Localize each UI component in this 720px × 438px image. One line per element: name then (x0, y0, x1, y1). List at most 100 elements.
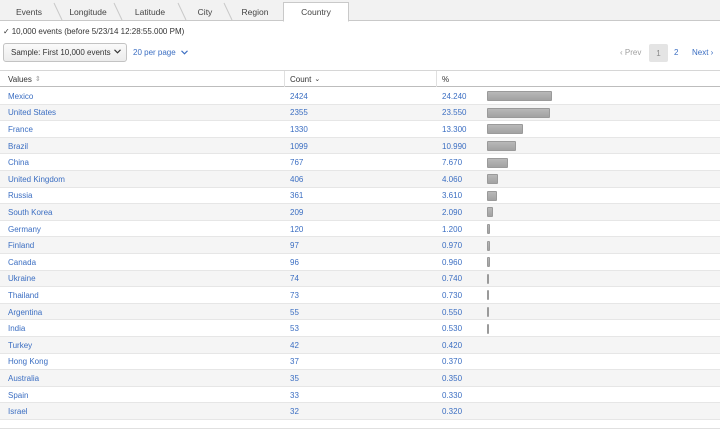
percent-bar (487, 240, 490, 251)
value-link[interactable]: United States (8, 105, 56, 122)
count-link[interactable]: 97 (290, 237, 299, 254)
table-row: Israel 32 0.320 (0, 403, 720, 420)
value-link[interactable]: Turkey (8, 337, 32, 354)
page-2-link[interactable]: 2 (674, 48, 678, 57)
count-link[interactable]: 53 (290, 320, 299, 337)
value-link[interactable]: Spain (8, 387, 28, 404)
count-link[interactable]: 35 (290, 370, 299, 387)
table-row: Hong Kong 37 0.370 (0, 354, 720, 371)
count-column-header[interactable]: Count ⌄ (284, 71, 436, 87)
percent-link[interactable]: 0.550 (442, 304, 462, 321)
table-row: Canada 96 0.960 (0, 254, 720, 271)
percent-bar-cell (487, 88, 567, 105)
table-row: United Kingdom 406 4.060 (0, 171, 720, 188)
percent-link[interactable]: 0.330 (442, 387, 462, 404)
count-link[interactable]: 1330 (290, 121, 308, 138)
percent-link[interactable]: 3.610 (442, 188, 462, 205)
value-link[interactable]: Australia (8, 370, 39, 387)
percent-bar-cell (487, 304, 567, 321)
percent-link[interactable]: 23.550 (442, 105, 466, 122)
table-row: Mexico 2424 24.240 (0, 88, 720, 105)
value-link[interactable]: France (8, 121, 33, 138)
percent-link[interactable]: 13.300 (442, 121, 466, 138)
percent-link[interactable]: 0.730 (442, 287, 462, 304)
prev-page-link[interactable]: ‹ Prev (620, 48, 641, 57)
percent-link[interactable]: 0.370 (442, 354, 462, 371)
count-link[interactable]: 1099 (290, 138, 308, 155)
value-link[interactable]: Israel (8, 403, 28, 420)
percent-bar (487, 273, 489, 284)
percent-bar-cell (487, 237, 567, 254)
value-link[interactable]: Ukraine (8, 271, 36, 288)
count-link[interactable]: 767 (290, 154, 303, 171)
value-link[interactable]: Russia (8, 188, 32, 205)
percent-link[interactable]: 0.970 (442, 237, 462, 254)
value-link[interactable]: Argentina (8, 304, 42, 321)
percent-bar-cell (487, 370, 567, 387)
percent-link[interactable]: 0.420 (442, 337, 462, 354)
table-row: Finland 97 0.970 (0, 237, 720, 254)
count-link[interactable]: 209 (290, 204, 303, 221)
value-link[interactable]: Hong Kong (8, 354, 48, 371)
count-link[interactable]: 406 (290, 171, 303, 188)
page-1-button[interactable]: 1 (649, 44, 668, 62)
count-header-label: Count (290, 74, 312, 84)
percent-link[interactable]: 4.060 (442, 171, 462, 188)
percent-bar (487, 190, 497, 201)
table-row: India 53 0.530 (0, 320, 720, 337)
count-link[interactable]: 37 (290, 354, 299, 371)
percent-link[interactable]: 0.320 (442, 403, 462, 420)
value-link[interactable]: China (8, 154, 29, 171)
value-link[interactable]: Germany (8, 221, 41, 238)
count-link[interactable]: 74 (290, 271, 299, 288)
percent-link[interactable]: 0.530 (442, 320, 462, 337)
count-link[interactable]: 2424 (290, 88, 308, 105)
value-link[interactable]: Thailand (8, 287, 39, 304)
percent-link[interactable]: 1.200 (442, 221, 462, 238)
percent-bar-cell (487, 121, 567, 138)
percent-link[interactable]: 2.090 (442, 204, 462, 221)
percent-bar-cell (487, 287, 567, 304)
count-link[interactable]: 96 (290, 254, 299, 271)
count-link[interactable]: 33 (290, 387, 299, 404)
count-link[interactable]: 42 (290, 337, 299, 354)
percent-link[interactable]: 0.960 (442, 254, 462, 271)
percent-bar (487, 124, 523, 135)
count-link[interactable]: 55 (290, 304, 299, 321)
percent-link[interactable]: 0.350 (442, 370, 462, 387)
value-link[interactable]: Finland (8, 237, 34, 254)
count-link[interactable]: 361 (290, 188, 303, 205)
percent-bar (487, 307, 489, 318)
next-page-link[interactable]: Next › (692, 48, 713, 57)
percent-link[interactable]: 24.240 (442, 88, 466, 105)
value-link[interactable]: Brazil (8, 138, 28, 155)
value-link[interactable]: Canada (8, 254, 36, 271)
percent-link[interactable]: 0.740 (442, 271, 462, 288)
table-row: United States 2355 23.550 (0, 104, 720, 122)
percent-bar-cell (487, 138, 567, 155)
sample-dropdown-button[interactable]: Sample: First 10,000 events (3, 43, 127, 62)
values-column-header[interactable]: Values ⇕ (0, 71, 284, 87)
table-row: China 767 7.670 (0, 154, 720, 171)
value-link[interactable]: United Kingdom (8, 171, 65, 188)
table-row: Australia 35 0.350 (0, 370, 720, 387)
values-header-label: Values (8, 74, 32, 84)
table-row: South Korea 209 2.090 (0, 204, 720, 221)
percent-bar (487, 91, 552, 102)
value-link[interactable]: India (8, 320, 25, 337)
percent-link[interactable]: 7.670 (442, 154, 462, 171)
percent-link[interactable]: 10.990 (442, 138, 466, 155)
count-link[interactable]: 2355 (290, 105, 308, 122)
per-page-dropdown[interactable]: 20 per page (133, 48, 188, 57)
count-link[interactable]: 120 (290, 221, 303, 238)
count-link[interactable]: 73 (290, 287, 299, 304)
percent-bar-cell (487, 204, 567, 221)
value-link[interactable]: South Korea (8, 204, 52, 221)
value-link[interactable]: Mexico (8, 88, 33, 105)
percent-bar-cell (487, 221, 567, 238)
count-link[interactable]: 32 (290, 403, 299, 420)
percent-bar-cell (487, 154, 567, 171)
percent-bar (487, 224, 491, 235)
table-row: France 1330 13.300 (0, 121, 720, 138)
percent-column-header: % (436, 71, 720, 87)
